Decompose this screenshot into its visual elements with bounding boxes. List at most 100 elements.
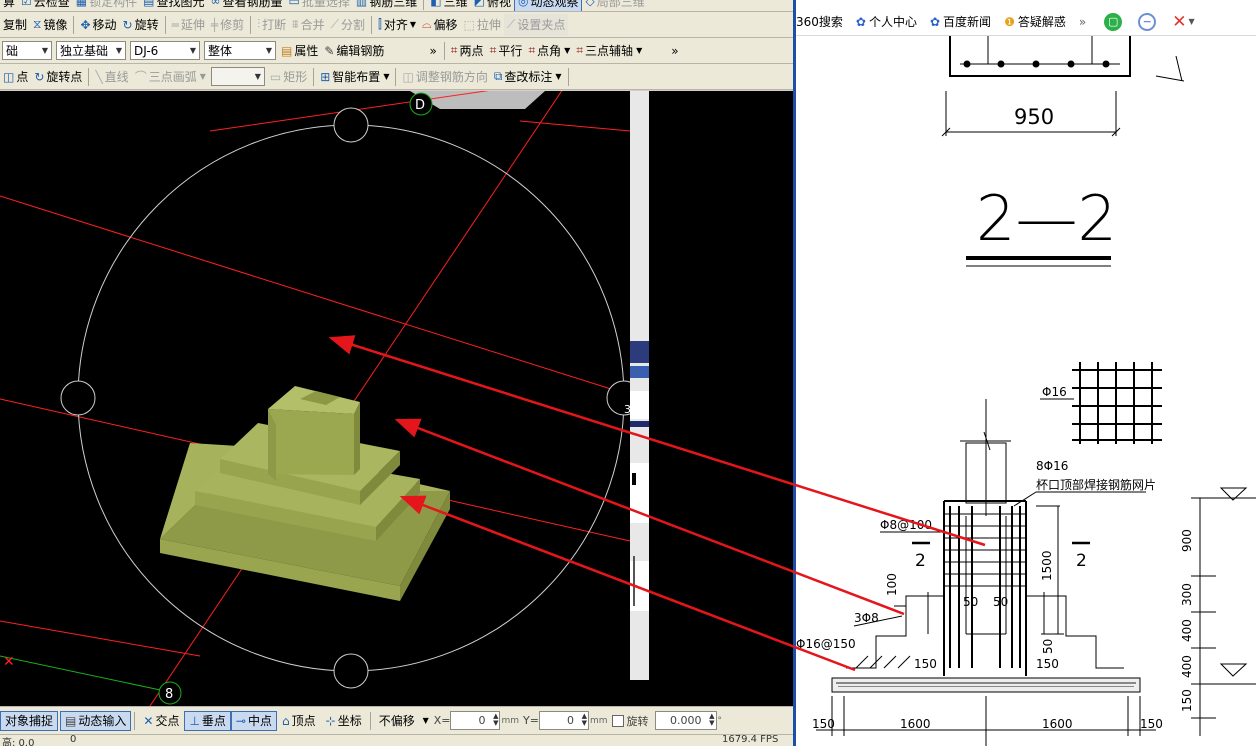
edit-rebar-button[interactable]: ✎ 编辑钢筋 bbox=[321, 40, 387, 62]
toolbar-modify: 复制 ⧖ 镜像 ✥ 移动 ↻ 旋转 ═ 延伸 ╪ 修剪 ⫶ 打断 ⩩ 合并 ⟋ 分割 ⫿ 对齐 ▼ … bbox=[0, 12, 793, 38]
extend-button[interactable]: ═ 延伸 bbox=[169, 14, 208, 36]
merge-button[interactable]: ⩩ 合并 bbox=[289, 14, 327, 36]
mesh-bar-label: Φ16 bbox=[1042, 385, 1067, 399]
split-button[interactable]: ⟋ 分割 bbox=[328, 14, 368, 36]
bookmark-personal-center[interactable]: ✿ 个人中心 bbox=[856, 13, 917, 30]
x-input[interactable]: 0 ▲ ▼ bbox=[450, 711, 501, 730]
axis-two-point-button[interactable]: ⌗ 两点 bbox=[448, 40, 487, 62]
separator bbox=[88, 67, 90, 86]
perpendicular-icon: ⊥ bbox=[189, 713, 200, 728]
origin-marker: ✕ bbox=[3, 654, 15, 670]
axis-three-point-button[interactable]: ⌗ 三点辅轴 ▼ bbox=[573, 40, 645, 62]
more-bookmarks-button[interactable]: » bbox=[1079, 15, 1086, 29]
object-snap-toggle[interactable]: 对象捕捉 bbox=[0, 710, 59, 731]
y-label: Y= bbox=[523, 714, 539, 727]
snap-intersection[interactable]: ✕ 交点 bbox=[138, 711, 184, 731]
parallel-icon: ⌗ bbox=[489, 43, 497, 57]
bookmark-baidu-news[interactable]: ✿ 百度新闻 bbox=[930, 13, 991, 30]
hatch-marks bbox=[855, 655, 911, 669]
viewport-extension bbox=[649, 91, 793, 706]
set-grip-button[interactable]: ⟋ 设置夹点 bbox=[503, 13, 569, 36]
cloud-check-button[interactable]: ☑ 云检查 bbox=[18, 0, 73, 11]
stepped-footing-3d[interactable] bbox=[160, 386, 450, 601]
close-icon[interactable]: ✕ bbox=[1172, 12, 1186, 32]
batch-select-button[interactable]: ▭ 批量选择 bbox=[286, 0, 353, 11]
view-rebar-button[interactable]: ∞ 查看钢筋量 bbox=[208, 0, 286, 11]
line-button[interactable]: ╲ 直线 bbox=[92, 66, 131, 88]
rotate-checkbox[interactable] bbox=[611, 714, 624, 727]
separator bbox=[73, 15, 75, 34]
axis-point-angle-button[interactable]: ⌗ 点角 ▼ bbox=[525, 40, 573, 62]
separator bbox=[250, 15, 252, 34]
spinner-icon[interactable]: ▲ ▼ bbox=[493, 713, 498, 727]
element-select[interactable]: DJ-6 ▼ bbox=[130, 41, 200, 60]
lock-element-button[interactable]: ▦ 锁定构件 bbox=[73, 0, 140, 11]
snap-coordinate[interactable]: ⊹ 坐标 bbox=[321, 711, 367, 731]
snap-vertex[interactable]: ⌂ 顶点 bbox=[277, 711, 321, 731]
align-button[interactable]: ⫿ 对齐 ▼ bbox=[375, 14, 419, 36]
point-button[interactable]: ◫ 点 bbox=[0, 66, 31, 88]
chevron-down-icon[interactable]: ▼ bbox=[1188, 17, 1194, 26]
orbit-handle-left[interactable] bbox=[60, 380, 96, 416]
axis-line bbox=[149, 91, 563, 706]
trim-button[interactable]: ╪ 修剪 bbox=[208, 14, 247, 36]
3d-viewport[interactable]: 3 D 8 ✕ bbox=[0, 91, 630, 706]
rotate-button[interactable]: ↻ 旋转 bbox=[120, 14, 162, 36]
copy-button[interactable]: 复制 bbox=[0, 14, 30, 36]
cad-application: 算 ☑ 云检查 ▦ 锁定构件 ▤ 查找图元 ∞ 查看钢筋量 ▭ 批量选择 ▥ 钢筋三维 ◧ 三… bbox=[0, 0, 793, 746]
rebar-dir-icon: ◫ bbox=[402, 69, 414, 84]
dim-bottom-1600-left: 1600 bbox=[900, 717, 931, 731]
extend-icon: ═ bbox=[171, 17, 179, 32]
move-button[interactable]: ✥ 移动 bbox=[77, 14, 119, 36]
split-icon: ⟋ bbox=[330, 17, 339, 31]
arc-icon: ⌒ bbox=[134, 70, 147, 84]
smart-layout-icon: ⊞ bbox=[320, 69, 331, 84]
rotate-point-button[interactable]: ↻ 旋转点 bbox=[31, 66, 85, 88]
dim-150-right: 150 bbox=[1036, 657, 1059, 671]
snap-perpendicular[interactable]: ⊥ 垂点 bbox=[184, 710, 231, 731]
more-button[interactable]: » bbox=[425, 44, 440, 58]
snap-midpoint[interactable]: ⊸ 中点 bbox=[230, 710, 277, 731]
cup-bar-count-label: 8Φ16 bbox=[1036, 459, 1068, 473]
rebar-3d-button[interactable]: ▥ 钢筋三维 bbox=[353, 0, 420, 11]
arc-button[interactable]: ⌒ 三点画弧 ▼ bbox=[132, 66, 209, 88]
mirror-button[interactable]: ⧖ 镜像 bbox=[30, 14, 70, 36]
properties-button[interactable]: ▤ 属性 bbox=[278, 40, 321, 62]
paw-icon: ✿ bbox=[929, 14, 941, 29]
floor-select[interactable]: 础 ▼ bbox=[2, 41, 52, 60]
local-3d-button[interactable]: ◇ 局部三维 bbox=[582, 0, 647, 11]
axis-parallel-button[interactable]: ⌗ 平行 bbox=[487, 40, 526, 62]
orbit-button[interactable]: ◎ 动态观察 bbox=[513, 0, 583, 11]
top-view-button[interactable]: ◩ 俯视 bbox=[471, 0, 514, 11]
section-box-top bbox=[949, 36, 1185, 82]
orbit-handle-bottom[interactable] bbox=[333, 653, 369, 689]
offset-mode-select[interactable]: 不偏移 ▼ bbox=[374, 711, 434, 731]
scope-select[interactable]: 整体 ▼ bbox=[204, 41, 276, 60]
axis-label-top: D bbox=[415, 98, 425, 113]
bookmark-qa[interactable]: ❶ 答疑解惑 bbox=[1004, 13, 1066, 30]
3d-button[interactable]: ◧ 三维 bbox=[427, 0, 470, 11]
stretch-button[interactable]: ⬚ 拉伸 bbox=[461, 14, 504, 36]
find-element-button[interactable]: ▤ 查找图元 bbox=[140, 0, 207, 11]
break-button[interactable]: ⫶ 打断 bbox=[254, 14, 289, 36]
bookmark-360-search[interactable]: 360搜索 bbox=[796, 13, 843, 30]
smart-layout-button[interactable]: ⊞ 智能布置 ▼ bbox=[317, 66, 392, 88]
type-select[interactable]: 独立基础 ▼ bbox=[56, 41, 126, 60]
offset-button[interactable]: ⌓ 偏移 bbox=[419, 14, 461, 36]
orbit-handle-top[interactable] bbox=[333, 107, 369, 143]
minimize-icon[interactable]: − bbox=[1138, 12, 1157, 31]
adjust-rebar-dir-button[interactable]: ◫ 调整钢筋方向 bbox=[399, 66, 490, 88]
dynamic-input-toggle[interactable]: ▤ 动态输入 bbox=[60, 710, 132, 731]
green-status-icon[interactable]: ▢ bbox=[1104, 12, 1123, 31]
rotate-input[interactable]: 0.000 ▲ ▼ bbox=[654, 711, 717, 730]
arc-mode-select[interactable]: ▼ bbox=[210, 67, 265, 86]
y-input[interactable]: 0 ▲ ▼ bbox=[538, 711, 589, 730]
rect-button[interactable]: ▭ 矩形 bbox=[267, 66, 310, 88]
spinner-icon[interactable]: ▲ ▼ bbox=[709, 713, 714, 727]
annotation-button[interactable]: ⧉ 查改标注 ▼ bbox=[491, 66, 565, 88]
section-mark-right: 2 bbox=[1076, 551, 1087, 571]
cloud-check-icon: ☑ bbox=[21, 0, 32, 8]
more-button[interactable]: » bbox=[667, 44, 682, 58]
calc-button[interactable]: 算 bbox=[0, 0, 18, 11]
spinner-icon[interactable]: ▲ ▼ bbox=[582, 713, 587, 727]
